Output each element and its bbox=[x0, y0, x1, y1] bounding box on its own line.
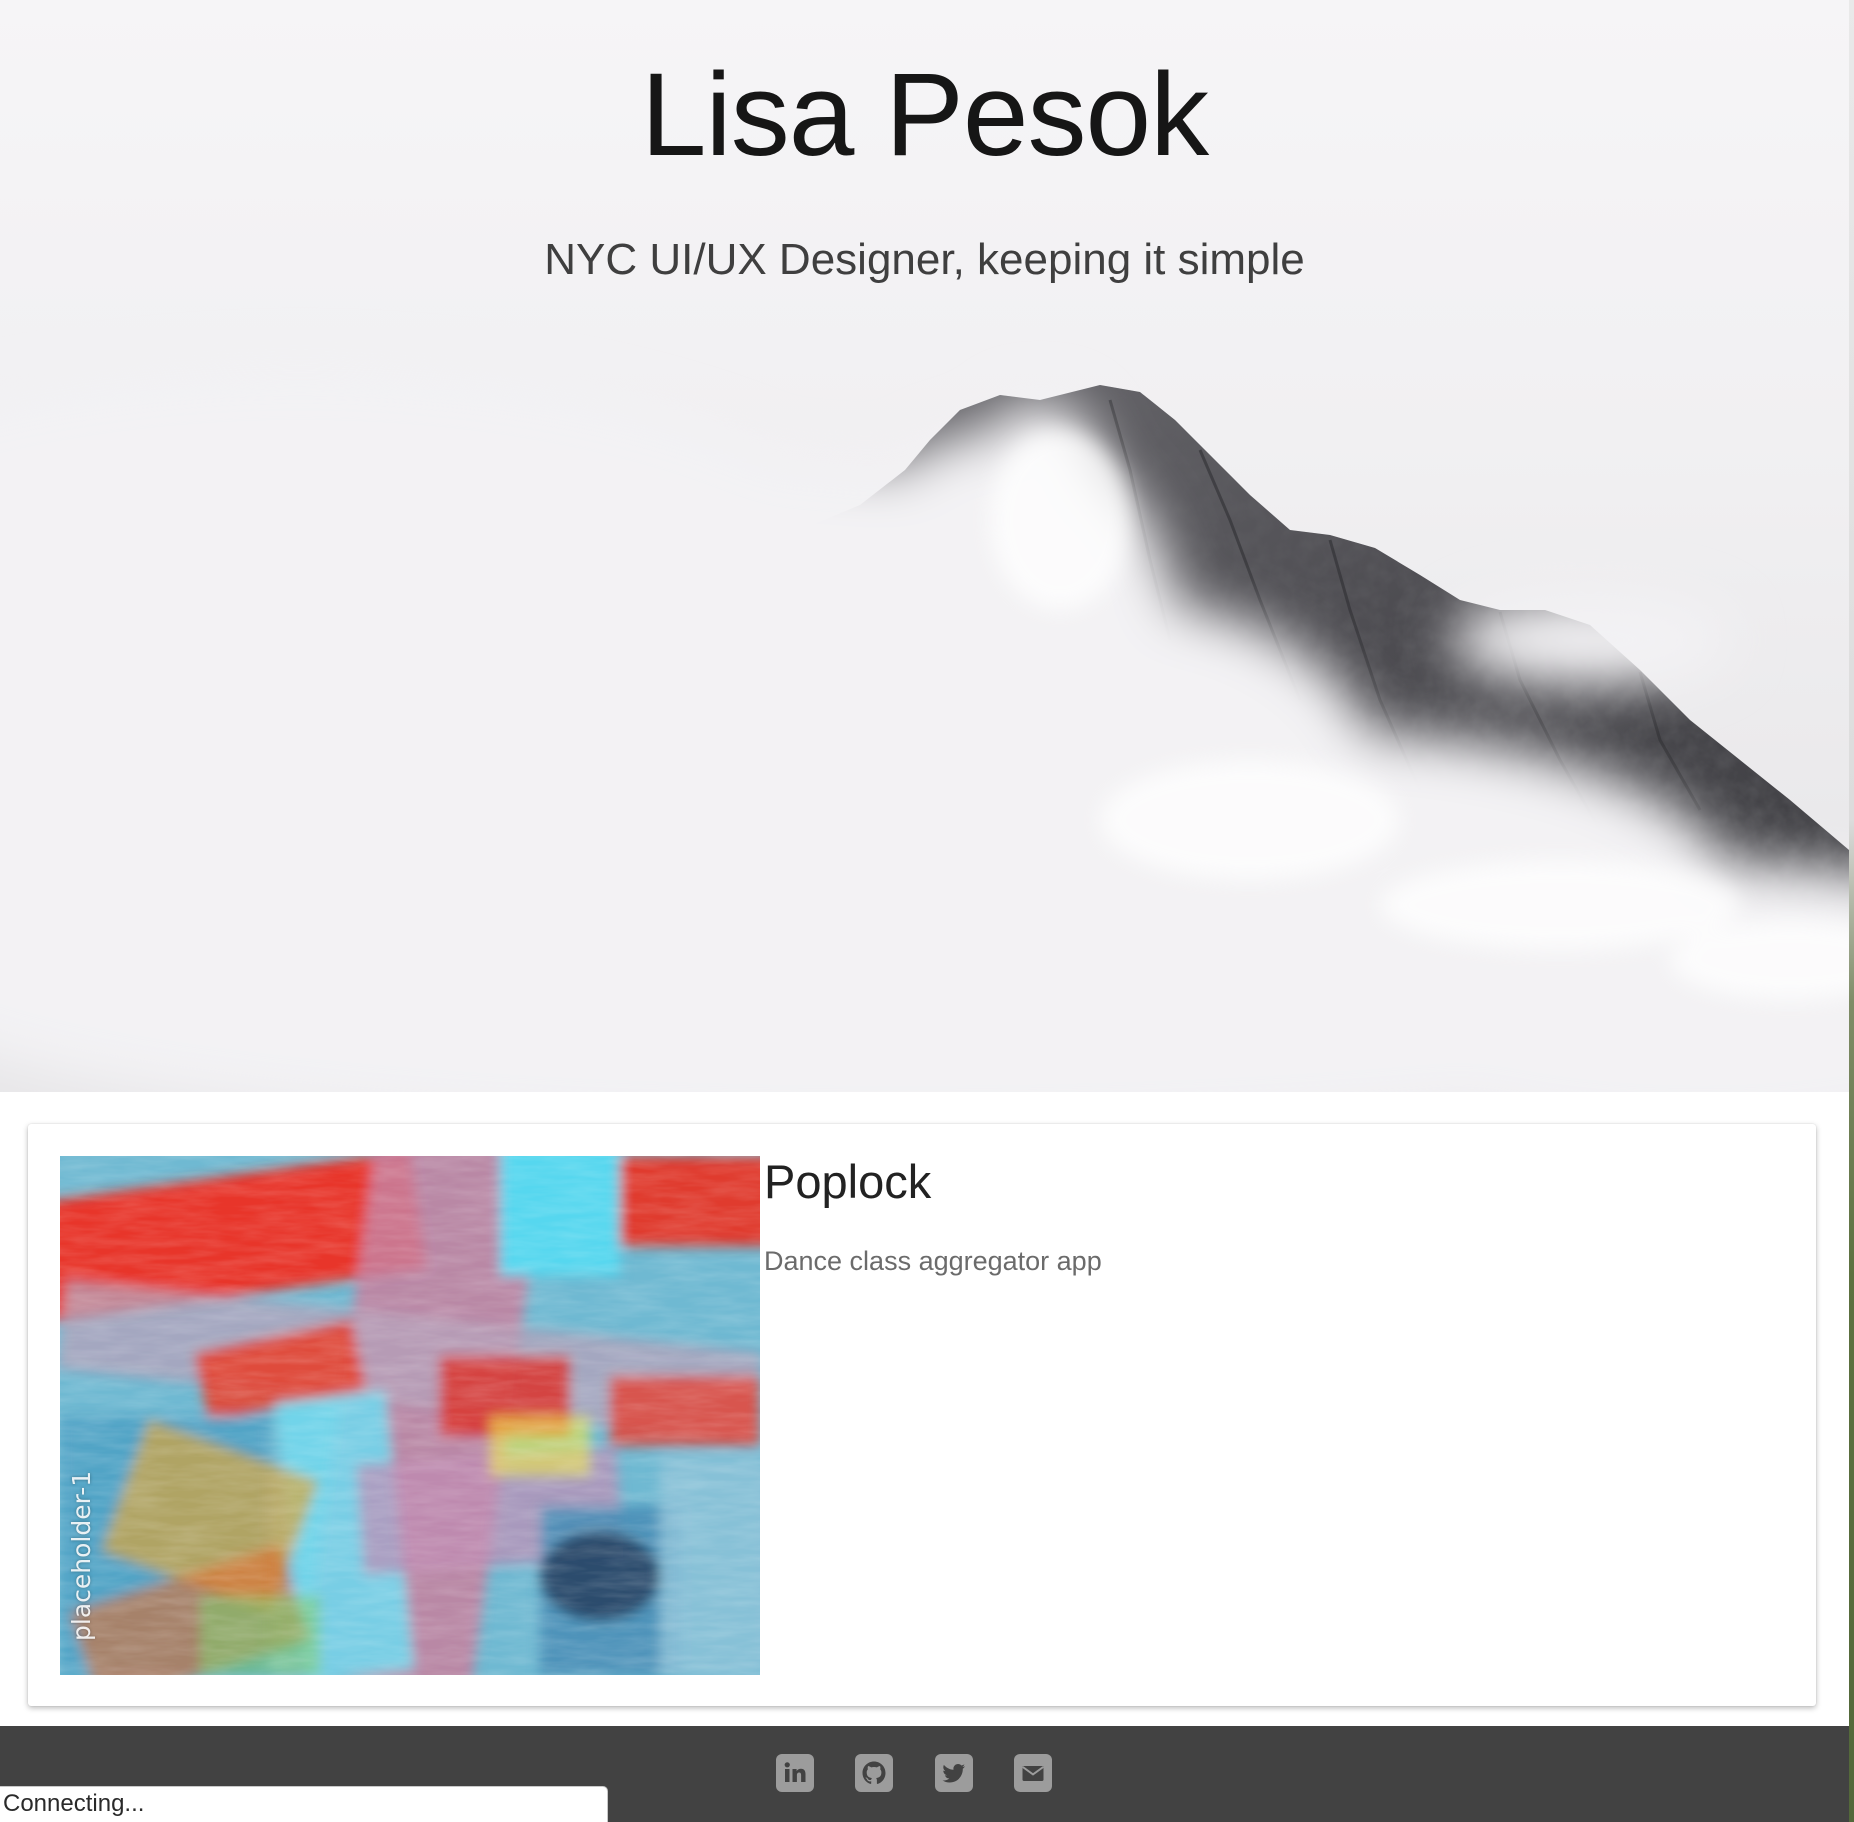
twitter-icon bbox=[942, 1764, 965, 1783]
linkedin-icon bbox=[784, 1762, 806, 1782]
twitter-link[interactable] bbox=[935, 1754, 973, 1792]
browser-status-bar: Connecting... bbox=[0, 1786, 608, 1822]
site-tagline: NYC UI/UX Designer, keeping it simple bbox=[544, 235, 1305, 284]
email-link[interactable] bbox=[1014, 1754, 1052, 1792]
github-link[interactable] bbox=[855, 1754, 893, 1792]
linkedin-link[interactable] bbox=[776, 1754, 814, 1792]
hero-section: Lisa Pesok NYC UI/UX Designer, keeping i… bbox=[0, 0, 1849, 1092]
email-icon bbox=[1022, 1766, 1044, 1781]
project-thumbnail[interactable]: placeholder-1 bbox=[60, 1156, 760, 1675]
github-icon bbox=[862, 1761, 886, 1784]
site-title: Lisa Pesok bbox=[640, 49, 1209, 181]
project-description: Dance class aggregator app bbox=[764, 1246, 1102, 1276]
window-edge bbox=[1849, 0, 1854, 1822]
project-title[interactable]: Poplock bbox=[764, 1152, 931, 1212]
thumbnail-caption: placeholder-1 bbox=[67, 1470, 96, 1641]
abstract-paint-image bbox=[60, 1156, 760, 1675]
page: Lisa Pesok NYC UI/UX Designer, keeping i… bbox=[0, 0, 1854, 1822]
